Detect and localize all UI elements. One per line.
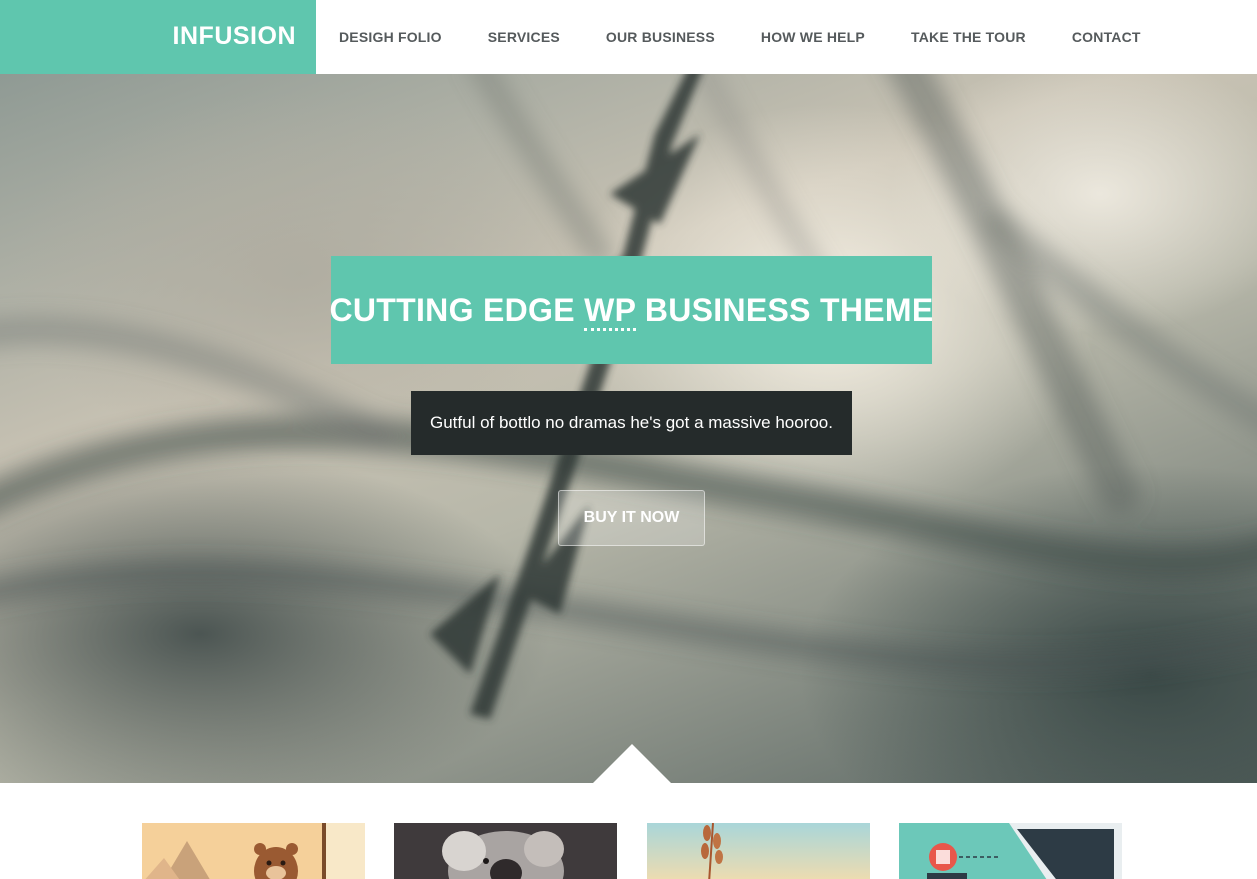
- main-nav: DESIGH FOLIO SERVICES OUR BUSINESS HOW W…: [316, 0, 1164, 74]
- nav-item-take-the-tour[interactable]: TAKE THE TOUR: [911, 29, 1026, 45]
- nav-item-design-folio[interactable]: DESIGH FOLIO: [339, 29, 442, 45]
- hero-notch-arrow: [593, 744, 671, 783]
- hero-subtitle-box: Gutful of bottlo no dramas he's got a ma…: [411, 391, 852, 455]
- hero-title-start: CUTTING EDGE: [329, 291, 585, 328]
- hero-subtitle: Gutful of bottlo no dramas he's got a ma…: [430, 413, 833, 432]
- smartphone-illustration-icon: [899, 823, 1122, 879]
- hero-title-box: CUTTING EDGE WP BUSINESS THEME: [329, 256, 934, 364]
- buy-it-now-button[interactable]: BUY IT NOW: [558, 490, 705, 546]
- hero-title-abbr[interactable]: WP: [584, 291, 636, 331]
- nav-item-our-business[interactable]: OUR BUSINESS: [606, 29, 715, 45]
- hero-title: CUTTING EDGE WP BUSINESS THEME: [329, 291, 934, 331]
- site-logo[interactable]: INFUSION: [173, 22, 296, 51]
- hero-title-end: BUSINESS THEME: [635, 291, 934, 328]
- thumbnail-row: [0, 783, 1257, 879]
- thumbnail-smartphone[interactable]: [899, 823, 1122, 879]
- logo-block[interactable]: INFUSION: [0, 0, 316, 74]
- site-header: INFUSION DESIGH FOLIO SERVICES OUR BUSIN…: [0, 0, 1257, 74]
- bear-illustration-icon: [142, 823, 365, 879]
- nav-item-services[interactable]: SERVICES: [488, 29, 560, 45]
- nav-item-how-we-help[interactable]: HOW WE HELP: [761, 29, 865, 45]
- wheat-photo-icon: [647, 823, 870, 879]
- hero-banner: CUTTING EDGE WP BUSINESS THEME Gutful of…: [0, 74, 1257, 783]
- nav-item-contact[interactable]: CONTACT: [1072, 29, 1141, 45]
- thumbnail-wheat[interactable]: [647, 823, 870, 879]
- koala-photo-icon: [394, 823, 617, 879]
- thumbnail-koala[interactable]: [394, 823, 617, 879]
- thumbnail-bear[interactable]: [142, 823, 365, 879]
